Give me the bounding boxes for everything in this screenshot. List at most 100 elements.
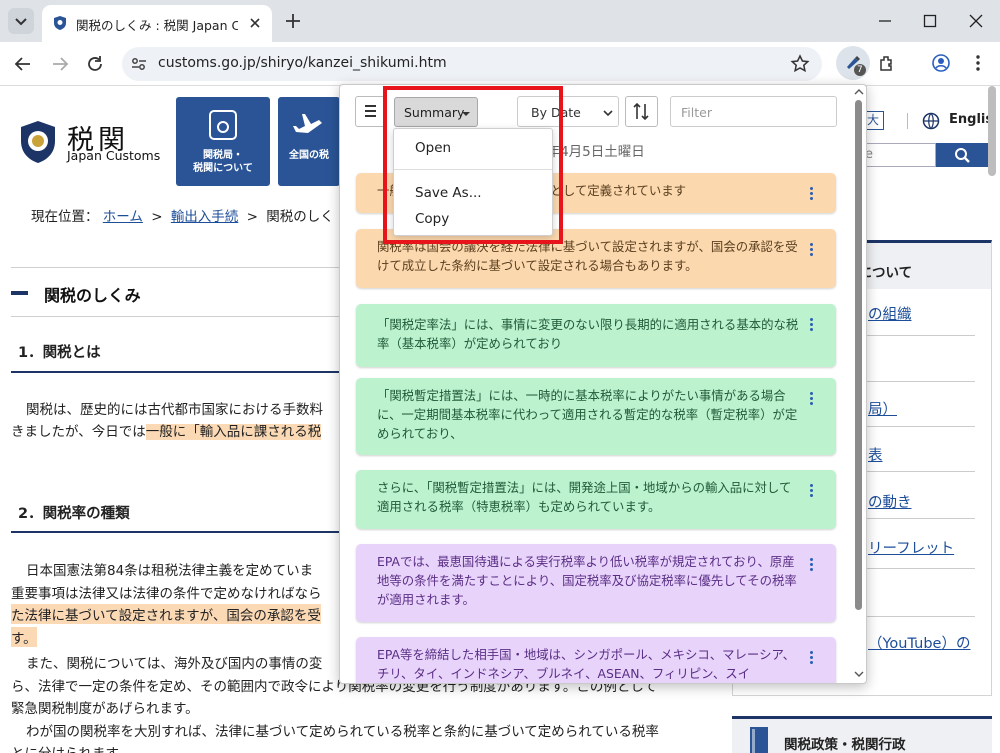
sidebar-bottom-title[interactable]: 関税政策・税関行政 <box>784 733 906 753</box>
section-heading-1: 1．関税とは <box>18 345 101 361</box>
chevron-down-icon <box>603 110 613 117</box>
section2-line3-highlight: た法律に基づいて設定されますが、国会の承認を受 <box>11 604 321 624</box>
sidebar-link[interactable]: の組織 <box>868 303 912 324</box>
nav-nationwide[interactable]: 全国の税 <box>278 97 340 186</box>
search-icon <box>955 148 970 163</box>
breadcrumb: 現在位置： ホーム > 輸出入手続 > 関税のしく <box>31 205 334 225</box>
sidebar-bottom-box: 関税政策・税関行政 <box>732 716 992 753</box>
section1-line2-text: きましたが、今日では <box>11 424 146 440</box>
summary-card-text: 「関税暫定措置法」には、一時的に基本税率によりがたい事情がある場合に、一定期間基… <box>377 388 798 441</box>
summary-card[interactable]: EPA等を締結した相手国・地域は、シンガポール、メキシコ、マレーシア、チリ、タイ… <box>356 637 836 683</box>
page-heading-box: 関税のしくみ <box>11 267 341 317</box>
page-heading: 関税のしくみ <box>44 286 141 305</box>
address-bar[interactable]: customs.go.jp/shiryo/kanzei_shikumi.htm <box>122 47 822 81</box>
filter-input[interactable]: Filter <box>670 96 837 127</box>
card-menu-icon[interactable] <box>810 484 814 499</box>
sort-arrows-icon <box>633 102 649 121</box>
sort-order-button[interactable] <box>625 96 658 127</box>
breadcrumb-trade-link[interactable]: 輸出入手続 <box>171 209 239 225</box>
sidebar-link[interactable]: 表 <box>868 444 883 465</box>
extension-button[interactable]: 7 <box>836 46 870 80</box>
section2-line4-highlight: す。 <box>11 627 37 647</box>
english-link[interactable]: Englis <box>949 112 993 127</box>
sidebar-divider <box>848 426 975 427</box>
summary-card-text: EPAでは、最恵国待遇による実行税率より低い税率が規定されており、原産地等の条件… <box>377 554 797 607</box>
tab-title: 関税のしくみ : 税関 Japan Customs <box>76 18 238 33</box>
browser-menu-icon[interactable] <box>968 53 988 73</box>
logo-en: Japan Customs <box>67 148 161 163</box>
sidebar-link[interactable]: リーフレット <box>868 537 954 558</box>
forward-icon[interactable] <box>50 54 70 74</box>
reload-icon[interactable] <box>85 54 105 74</box>
highlight-annotation-box <box>383 86 563 244</box>
globe-icon <box>922 112 940 130</box>
customs-emblem-icon <box>18 119 58 165</box>
summary-card[interactable]: さらに、「関税暫定措置法」には、開発途上国・地域からの輸入品に対して適用される税… <box>356 470 836 529</box>
maximize-button[interactable] <box>921 12 939 30</box>
section2-line7: 緊急関税制度があげられます。 <box>11 701 199 717</box>
nav-about-line1: 関税局・ <box>203 150 243 161</box>
summary-card[interactable]: 「関税暫定措置法」には、一時的に基本税率によりがたい事情がある場合に、一定期間基… <box>356 378 836 455</box>
popup-scrollbar-thumb[interactable] <box>855 100 862 610</box>
tab-search-button[interactable] <box>8 8 34 34</box>
sidebar-link[interactable]: 局） <box>868 398 897 419</box>
highlighted-text: 一般に「輸入品に課される税 <box>145 424 322 440</box>
summary-card-text: 「関税定率法」には、事情に変更のない限り長期的に適用される基本的な税率（基本税率… <box>377 317 799 351</box>
summary-card[interactable]: EPAでは、最恵国待遇による実行税率より低い税率が規定されており、原産地等の条件… <box>356 544 836 622</box>
new-tab-button[interactable] <box>284 12 302 30</box>
card-menu-icon[interactable] <box>810 392 814 407</box>
scroll-down-arrow[interactable] <box>853 669 865 679</box>
site-search-button[interactable] <box>936 143 990 167</box>
filter-placeholder: Filter <box>681 105 712 120</box>
breadcrumb-prefix: 現在位置： <box>31 209 99 225</box>
card-menu-icon[interactable] <box>810 243 814 258</box>
airplane-icon <box>293 114 322 133</box>
page-scrollbar-thumb[interactable] <box>988 86 996 176</box>
breadcrumb-current: 関税のしく <box>266 209 334 225</box>
section-heading-2: 2．関税率の種類 <box>18 506 130 522</box>
section1-line2: きましたが、今日では一般に「輸入品に課される税 <box>11 420 322 440</box>
sidebar-divider <box>848 568 975 569</box>
card-menu-icon[interactable] <box>810 318 814 333</box>
chevron-down-icon <box>15 18 27 26</box>
sidebar-divider <box>848 518 975 519</box>
page-heading-bar <box>11 291 28 295</box>
section2-line5: また、関税については、海外及び国内の事情の変 <box>26 656 323 672</box>
scroll-up-arrow[interactable] <box>853 87 865 97</box>
sidebar-link[interactable]: （YouTube）の <box>868 632 970 653</box>
nav-about-bureau[interactable]: 関税局・ 税関について <box>176 97 270 186</box>
extension-badge: 7 <box>854 64 866 76</box>
nav-about-line2: 税関について <box>193 163 253 174</box>
browser-tab[interactable]: 関税のしくみ : 税関 Japan Customs <box>42 5 272 42</box>
back-icon[interactable] <box>13 54 33 74</box>
section-rule-1 <box>11 371 341 373</box>
bookmark-star-icon[interactable] <box>790 54 810 74</box>
sidebar-divider <box>848 335 975 336</box>
site-settings-icon[interactable] <box>130 55 148 73</box>
book-icon <box>750 727 768 753</box>
section2-line8: わが国の関税率を大別すれば、法律に基づいて定められている税率と条約に基づいて定め… <box>26 724 659 740</box>
breadcrumb-home-link[interactable]: ホーム <box>103 209 143 225</box>
extensions-puzzle-icon[interactable] <box>877 53 897 73</box>
card-menu-icon[interactable] <box>810 651 814 666</box>
summary-card[interactable]: 「関税定率法」には、事情に変更のない限り長期的に適用される基本的な税率（基本税率… <box>356 304 836 367</box>
close-window-button[interactable] <box>967 12 985 30</box>
summary-card-text: EPA等を締結した相手国・地域は、シンガポール、メキシコ、マレーシア、チリ、タイ… <box>377 647 795 681</box>
summary-card-text: 関税率は国会の議決を経た法律に基づいて設定されますが、国会の承認を受けて成立した… <box>377 239 798 273</box>
card-menu-icon[interactable] <box>810 187 814 202</box>
header-divider <box>907 113 908 129</box>
sidebar-link[interactable]: の動き <box>868 491 912 512</box>
breadcrumb-separator: > <box>151 209 163 225</box>
summary-card-text: さらに、「関税暫定措置法」には、開発途上国・地域からの輸入品に対して適用される税… <box>377 480 792 514</box>
site-search-input[interactable]: e <box>860 143 936 167</box>
section-rule-2 <box>11 531 341 533</box>
url-text[interactable]: customs.go.jp/shiryo/kanzei_shikumi.htm <box>158 55 447 71</box>
hamburger-icon <box>365 105 376 117</box>
profile-icon[interactable] <box>931 53 951 73</box>
minimize-button[interactable] <box>876 12 894 30</box>
close-tab-icon[interactable] <box>248 16 262 30</box>
menu-button[interactable] <box>355 96 386 127</box>
card-menu-icon[interactable] <box>810 558 814 573</box>
section2-line2: 重要事項は法律又は法律の条件で定めなければなら <box>11 586 322 602</box>
sidebar-divider <box>848 381 975 382</box>
